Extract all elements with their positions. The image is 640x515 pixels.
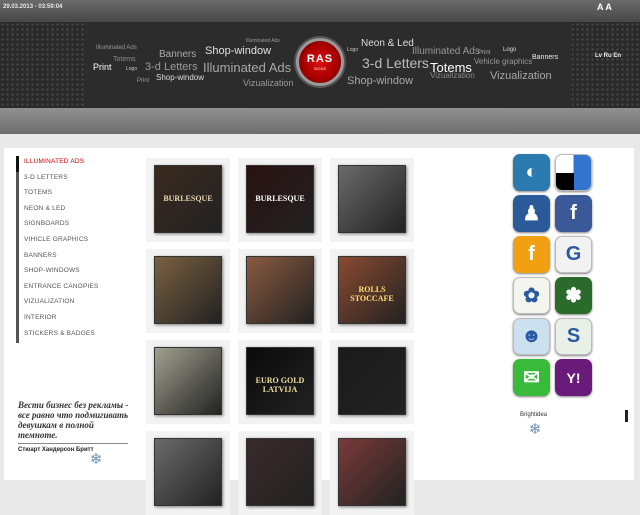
storefront-photo: EURO GOLD LATVIJA [246, 347, 314, 415]
tag-cloud-word[interactable]: Logo [503, 47, 516, 53]
tag-cloud-word[interactable]: 3-d Letters [145, 61, 198, 73]
logo-text: RAS [306, 53, 334, 65]
yahoo-icon[interactable]: Y! [555, 359, 592, 396]
tag-cloud-word[interactable]: Vehicle graphics [474, 57, 532, 66]
sign-text: BURLESQUE [163, 194, 213, 203]
storefront-photo [154, 347, 222, 415]
tag-cloud-word[interactable]: Print [137, 78, 149, 84]
menu-item[interactable]: SHOP-WINDOWS [16, 265, 99, 281]
snowflake-icon: ❄ [528, 421, 542, 438]
datetime: 29.03.2013 - 03:59:04 [3, 4, 63, 10]
tag-cloud-word[interactable]: Banners [532, 54, 558, 61]
storefront-photo [338, 165, 406, 233]
facebook-icon[interactable]: f [555, 195, 592, 232]
evernote-icon[interactable]: ✽ [555, 277, 592, 314]
category-menu: ILLUMINATED ADS 3-D LETTERS TOTEMS NEON & L… [16, 156, 99, 344]
brightidea-label: Brightidea [520, 412, 548, 418]
myspace-icon[interactable]: ♟ [513, 195, 550, 232]
menu-item[interactable]: STICKERS & BADGES [16, 327, 99, 344]
logo-subtext: SIGNS [313, 66, 327, 71]
storefront-photo [154, 256, 222, 324]
gallery-thumbnail[interactable] [330, 158, 414, 242]
menu-item[interactable]: BANNERS [16, 249, 99, 266]
menu-item[interactable]: ENTRANCE CANOPIES [16, 280, 99, 297]
scroll-marker[interactable] [625, 410, 628, 422]
stumbleupon-icon[interactable]: S [555, 318, 592, 355]
storefront-photo: ROLLS STOCCAFE [338, 256, 406, 324]
header-band [0, 108, 640, 134]
menu-item[interactable]: SIGNBOARDS [16, 218, 99, 234]
delicious-icon[interactable] [555, 154, 592, 191]
tag-cloud-word[interactable]: Neon & Led [361, 38, 414, 49]
tag-cloud-word[interactable]: Vizualization [430, 71, 475, 80]
storefront-photo [154, 438, 222, 506]
chat-icon[interactable]: ✉ [513, 359, 550, 396]
menu-item[interactable]: NEON & LED [16, 202, 99, 219]
menu-item[interactable]: TOTEMS [16, 187, 99, 203]
top-bar: 29.03.2013 - 03:59:04 A A [0, 0, 640, 22]
gallery-thumbnail[interactable] [238, 431, 322, 515]
menu-item[interactable]: INTERIOR [16, 311, 99, 328]
storefront-photo [246, 256, 314, 324]
sign-text: ROLLS STOCCAFE [350, 285, 394, 303]
storefront-photo [338, 347, 406, 415]
tag-cloud-word[interactable]: Vizualization [490, 70, 552, 82]
tag-cloud-word[interactable]: Vizualization [243, 78, 293, 88]
tag-cloud-word[interactable]: Print [478, 50, 490, 56]
gallery-thumbnail[interactable] [238, 249, 322, 333]
gallery-thumbnail[interactable]: BURLESQUE [146, 158, 230, 242]
sign-text: EURO GOLD LATVIJA [255, 376, 305, 394]
newsvine-icon[interactable]: ✿ [513, 277, 550, 314]
google-icon[interactable]: G [555, 236, 592, 273]
font-size-control[interactable]: A A [597, 2, 612, 12]
tag-cloud-word[interactable]: Illuminated Ads [246, 38, 280, 44]
tag-cloud-word[interactable]: Print [93, 62, 112, 72]
quote-divider [18, 443, 128, 444]
tag-cloud-word[interactable]: Logo [347, 47, 358, 53]
storefront-photo: BURLESQUE [246, 165, 314, 233]
main-content: ILLUMINATED ADS 3-D LETTERS TOTEMS NEON & L… [4, 148, 634, 515]
sign-text: BURLESQUE [255, 194, 305, 203]
menu-item[interactable]: VIZUALIZATION [16, 296, 99, 312]
tag-cloud-word[interactable]: Shop-window [347, 75, 413, 87]
tag-cloud-word[interactable]: Illuminated Ads [412, 46, 480, 57]
tag-cloud-word[interactable]: Totems [113, 56, 136, 63]
menu-item[interactable]: VIHICLE GRAPHICS [16, 233, 99, 250]
gallery-thumbnail[interactable] [330, 340, 414, 424]
mixx-icon[interactable]: ◐ [513, 154, 550, 191]
tag-cloud-word[interactable]: Shop-window [156, 73, 204, 82]
header-banner: RAS SIGNS Lv Ru En Illuminated Ads Banner… [0, 22, 640, 108]
menu-item[interactable]: ILLUMINATED ADS [16, 156, 99, 172]
tag-cloud-word[interactable]: Logo [126, 66, 137, 72]
tag-cloud-word[interactable]: Illuminated Ads [96, 45, 137, 51]
gallery-thumbnail[interactable]: EURO GOLD LATVIJA [238, 340, 322, 424]
tag-cloud-word[interactable]: Illuminated Ads [203, 60, 291, 75]
snowflake-icon: ❄ [89, 451, 103, 468]
storefront-photo [246, 438, 314, 506]
gallery-thumbnail[interactable] [330, 431, 414, 515]
tag-cloud-word[interactable]: Banners [159, 49, 196, 60]
language-switcher[interactable]: Lv Ru En [595, 53, 621, 59]
menu-item[interactable]: 3-D LETTERS [16, 171, 99, 188]
reddit-icon[interactable]: ☻ [513, 318, 550, 355]
tag-cloud-word[interactable]: 3-d Letters [362, 55, 429, 71]
gallery-thumbnail[interactable] [146, 340, 230, 424]
storefront-photo: BURLESQUE [154, 165, 222, 233]
furl-icon[interactable]: f [513, 236, 550, 273]
storefront-photo [338, 438, 406, 506]
gallery-thumbnail[interactable] [146, 431, 230, 515]
quote-text: Вести бизнес без рекламы - все равно что… [18, 400, 129, 440]
ras-logo[interactable]: RAS SIGNS [296, 38, 344, 86]
gallery-thumbnail[interactable]: ROLLS STOCCAFE [330, 249, 414, 333]
tag-cloud-word[interactable]: Shop-window [205, 45, 271, 57]
quote-author: Стюарт Хандерсон Бритт [18, 447, 94, 453]
gallery-thumbnail[interactable]: BURLESQUE [238, 158, 322, 242]
gallery-thumbnail[interactable] [146, 249, 230, 333]
